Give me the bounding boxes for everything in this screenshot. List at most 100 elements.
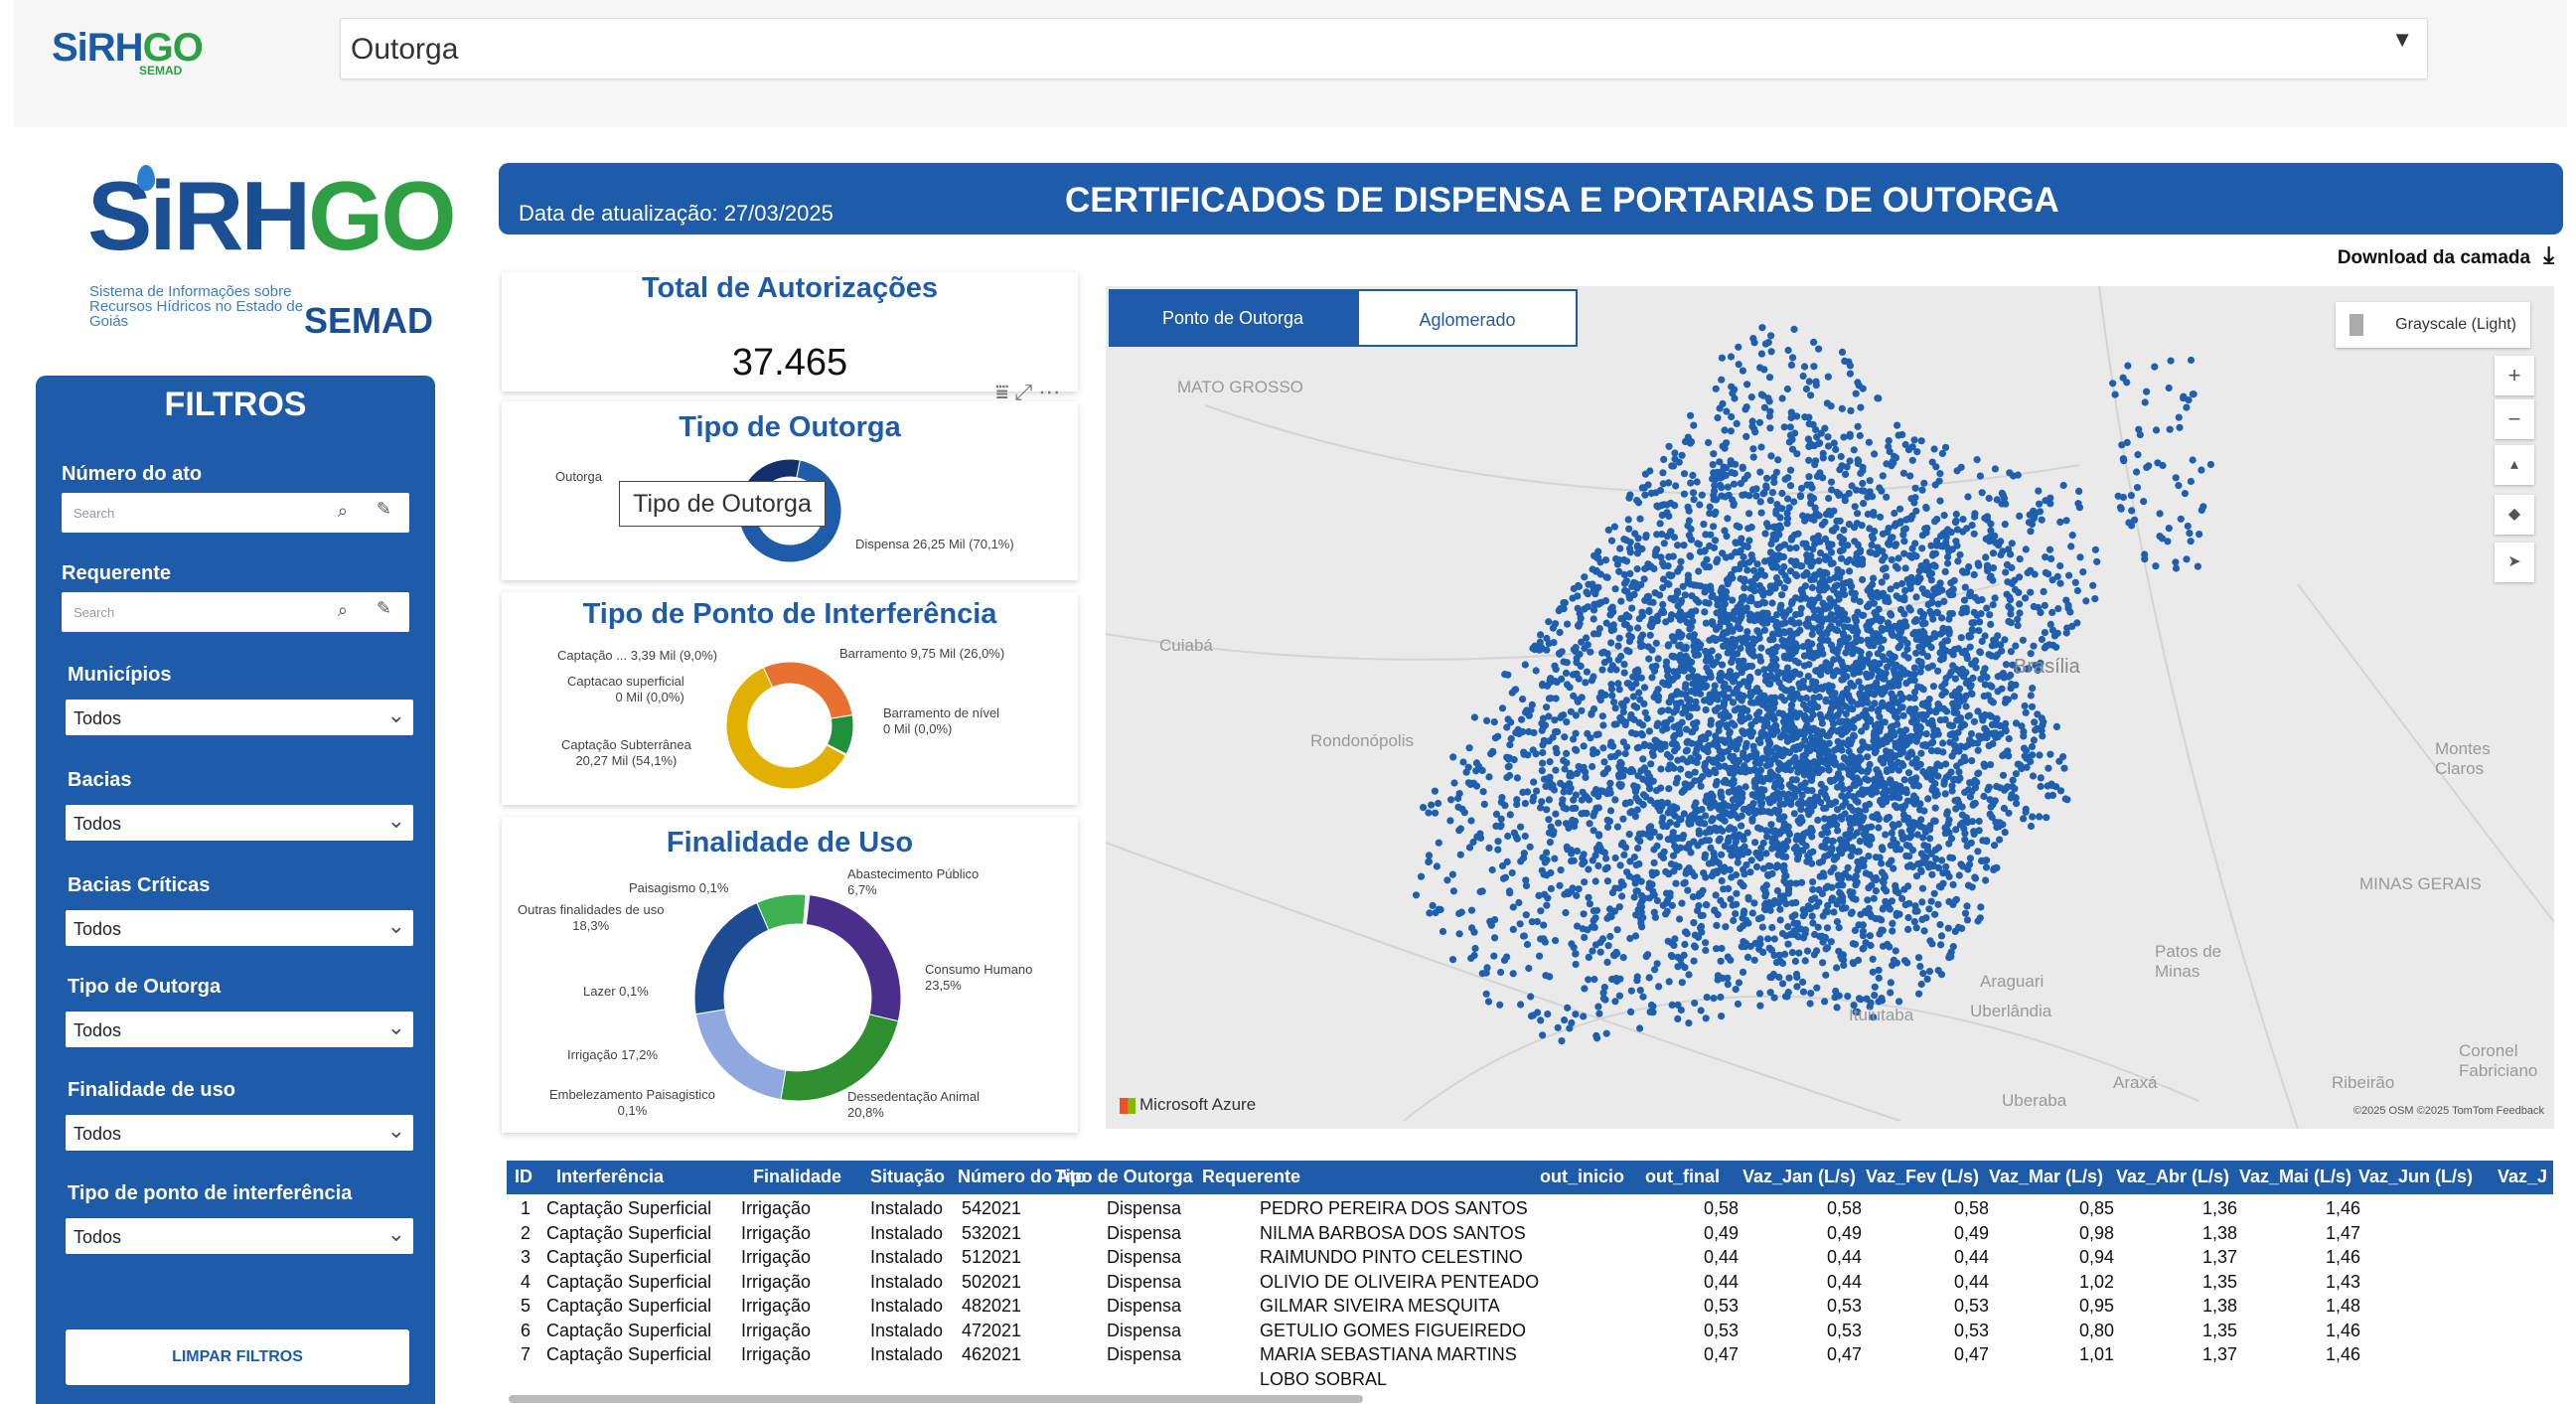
outorga-point[interactable]	[1821, 998, 1829, 1006]
outorga-point[interactable]	[1828, 844, 1836, 853]
outorga-point[interactable]	[1498, 794, 1506, 802]
outorga-point[interactable]	[1903, 862, 1912, 870]
outorga-point[interactable]	[1694, 540, 1702, 547]
outorga-point[interactable]	[2052, 643, 2060, 651]
outorga-point[interactable]	[1955, 685, 1964, 693]
outorga-point[interactable]	[1687, 536, 1696, 544]
outorga-point[interactable]	[1633, 542, 1641, 549]
outorga-point[interactable]	[1746, 699, 1755, 706]
outorga-point[interactable]	[1917, 980, 1925, 989]
outorga-point[interactable]	[1722, 923, 1730, 931]
outorga-point[interactable]	[1634, 624, 1642, 632]
outorga-point[interactable]	[1841, 810, 1849, 818]
outorga-point[interactable]	[1977, 903, 1985, 911]
outorga-point[interactable]	[1899, 811, 1907, 819]
municipios-dropdown[interactable]: Todos ⌄	[66, 700, 413, 735]
outorga-point[interactable]	[2123, 379, 2131, 387]
outorga-point[interactable]	[1800, 363, 1809, 371]
outorga-point[interactable]	[1854, 554, 1862, 562]
outorga-point[interactable]	[1693, 650, 1701, 658]
outorga-point[interactable]	[1903, 959, 1911, 967]
outorga-point[interactable]	[1963, 902, 1971, 910]
outorga-point[interactable]	[1690, 581, 1698, 589]
outorga-point[interactable]	[1613, 823, 1621, 831]
outorga-point[interactable]	[1767, 452, 1775, 460]
outorga-point[interactable]	[1831, 690, 1839, 698]
outorga-point[interactable]	[1454, 794, 1462, 803]
outorga-point[interactable]	[1735, 658, 1743, 666]
outorga-point[interactable]	[1637, 729, 1645, 738]
outorga-point[interactable]	[1697, 782, 1705, 790]
outorga-point[interactable]	[1995, 823, 2003, 831]
outorga-point[interactable]	[1778, 505, 1786, 513]
outorga-point[interactable]	[2008, 579, 2016, 587]
outorga-point[interactable]	[1803, 806, 1812, 815]
outorga-point[interactable]	[1521, 800, 1529, 808]
outorga-point[interactable]	[1734, 858, 1742, 866]
outorga-point[interactable]	[1698, 928, 1706, 936]
outorga-point[interactable]	[1775, 669, 1783, 677]
outorga-point[interactable]	[1882, 831, 1890, 839]
outorga-point[interactable]	[1888, 555, 1895, 563]
outorga-point[interactable]	[2005, 673, 2013, 681]
outorga-point[interactable]	[2127, 492, 2135, 500]
outorga-point[interactable]	[1930, 561, 1938, 569]
outorga-point[interactable]	[1647, 760, 1655, 768]
outorga-point[interactable]	[1735, 361, 1743, 369]
outorga-point[interactable]	[1933, 516, 1941, 524]
outorga-point[interactable]	[2002, 696, 2010, 703]
outorga-point[interactable]	[1916, 607, 1924, 616]
outorga-point[interactable]	[1991, 637, 1999, 645]
outorga-point[interactable]	[1911, 540, 1919, 547]
outorga-point[interactable]	[1799, 978, 1807, 987]
outorga-point[interactable]	[1718, 851, 1726, 858]
outorga-point[interactable]	[1587, 734, 1594, 742]
outorga-point[interactable]	[1790, 671, 1798, 679]
outorga-point[interactable]	[1569, 820, 1578, 828]
outorga-point[interactable]	[1886, 541, 1894, 548]
outorga-point[interactable]	[1949, 880, 1957, 889]
outorga-point[interactable]	[1512, 728, 1520, 736]
outorga-point[interactable]	[1748, 817, 1756, 825]
outorga-point[interactable]	[1515, 898, 1523, 907]
outorga-point[interactable]	[2071, 578, 2079, 586]
outorga-point[interactable]	[1562, 669, 1571, 677]
outorga-point[interactable]	[1646, 622, 1654, 630]
outorga-point[interactable]	[1417, 872, 1426, 880]
outorga-point[interactable]	[1428, 801, 1436, 809]
outorga-point[interactable]	[1718, 468, 1726, 476]
outorga-point[interactable]	[1822, 907, 1830, 916]
outorga-point[interactable]	[1665, 479, 1673, 487]
outorga-point[interactable]	[2007, 619, 2015, 627]
outorga-point[interactable]	[1616, 545, 1624, 552]
outorga-point[interactable]	[1662, 658, 1671, 666]
outorga-point[interactable]	[1555, 607, 1563, 615]
outorga-point[interactable]	[1983, 563, 1992, 571]
outorga-point[interactable]	[1652, 868, 1660, 877]
outorga-point[interactable]	[1636, 1024, 1644, 1032]
outorga-point[interactable]	[1665, 785, 1673, 793]
outorga-point[interactable]	[1702, 619, 1710, 627]
outorga-point[interactable]	[1653, 721, 1661, 729]
outorga-point[interactable]	[1492, 810, 1501, 819]
outorga-point[interactable]	[1711, 738, 1719, 746]
outorga-point[interactable]	[1769, 550, 1777, 558]
outorga-point[interactable]	[1717, 618, 1725, 626]
outorga-point[interactable]	[1580, 809, 1589, 817]
outorga-point[interactable]	[1752, 749, 1760, 757]
outorga-point[interactable]	[1912, 924, 1920, 932]
outorga-point[interactable]	[1982, 553, 1990, 561]
outorga-point[interactable]	[1983, 837, 1991, 845]
outorga-point[interactable]	[1768, 630, 1777, 638]
outorga-point[interactable]	[1758, 324, 1766, 332]
outorga-point[interactable]	[1895, 998, 1903, 1006]
outorga-point[interactable]	[1805, 378, 1813, 386]
outorga-point[interactable]	[1553, 749, 1561, 757]
outorga-point[interactable]	[1719, 736, 1727, 744]
outorga-point[interactable]	[1698, 806, 1706, 814]
outorga-point[interactable]	[1636, 837, 1644, 846]
outorga-point[interactable]	[1532, 667, 1540, 675]
outorga-point[interactable]	[1774, 765, 1783, 774]
outorga-point[interactable]	[1592, 730, 1600, 739]
outorga-point[interactable]	[1820, 804, 1828, 813]
